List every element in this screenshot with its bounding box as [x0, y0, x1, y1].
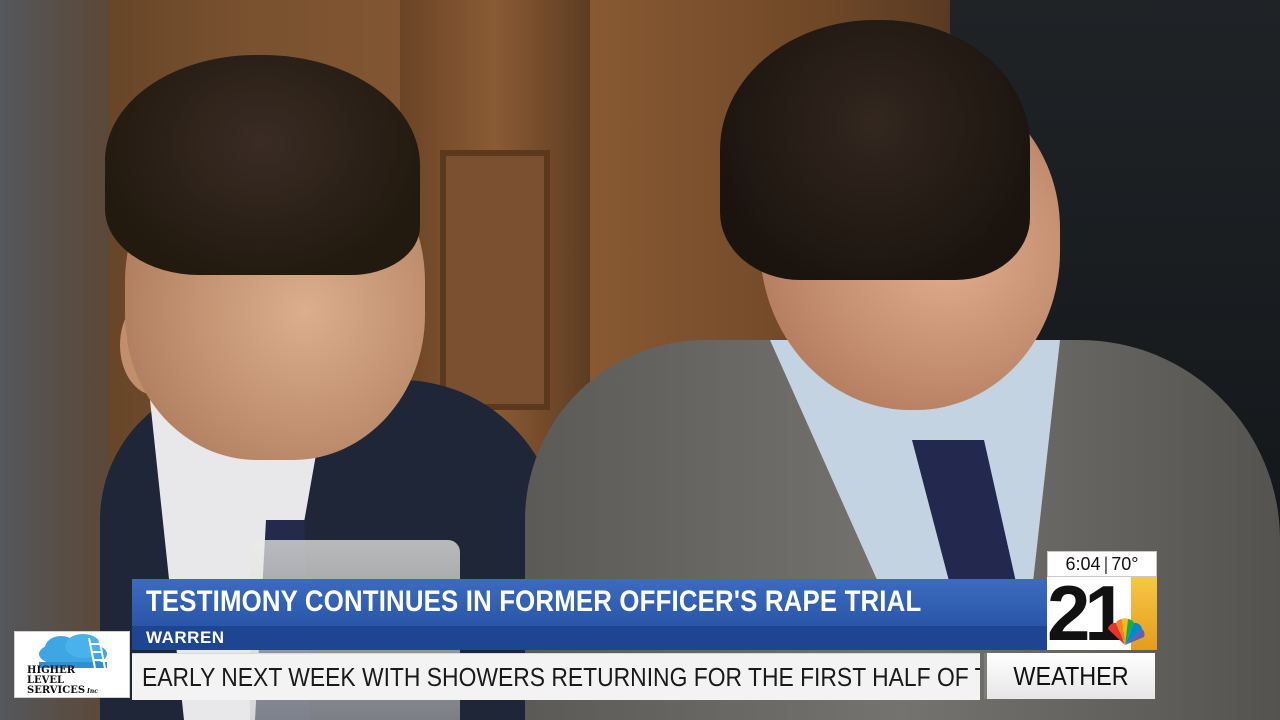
right-man-hair	[720, 20, 1030, 280]
sponsor-wordmark: HIGHER LEVEL SERVICES Inc	[15, 666, 127, 697]
station-logo: 21	[1047, 571, 1157, 655]
news-ticker: EARLY NEXT WEEK WITH SHOWERS RETURNING F…	[132, 653, 980, 700]
peacock-icon	[1108, 618, 1145, 645]
sponsor-line-3-text: SERVICES	[27, 685, 86, 696]
ticker-segment-label: WEATHER	[984, 653, 1155, 699]
sponsor-suffix: Inc	[87, 688, 98, 695]
left-man-hair	[105, 55, 420, 275]
sponsor-logo: HIGHER LEVEL SERVICES Inc	[14, 631, 130, 698]
glass-partition	[0, 0, 110, 720]
location-bar	[132, 626, 1050, 650]
weather-label: WEATHER	[1013, 661, 1129, 691]
ticker-text: EARLY NEXT WEEK WITH SHOWERS RETURNING F…	[142, 662, 980, 692]
sponsor-line-3: SERVICES Inc	[27, 686, 127, 697]
location-text: WARREN	[146, 628, 225, 647]
headline-text: TESTIMONY CONTINUES IN FORMER OFFICER'S …	[146, 585, 922, 618]
door-panel	[440, 150, 550, 410]
